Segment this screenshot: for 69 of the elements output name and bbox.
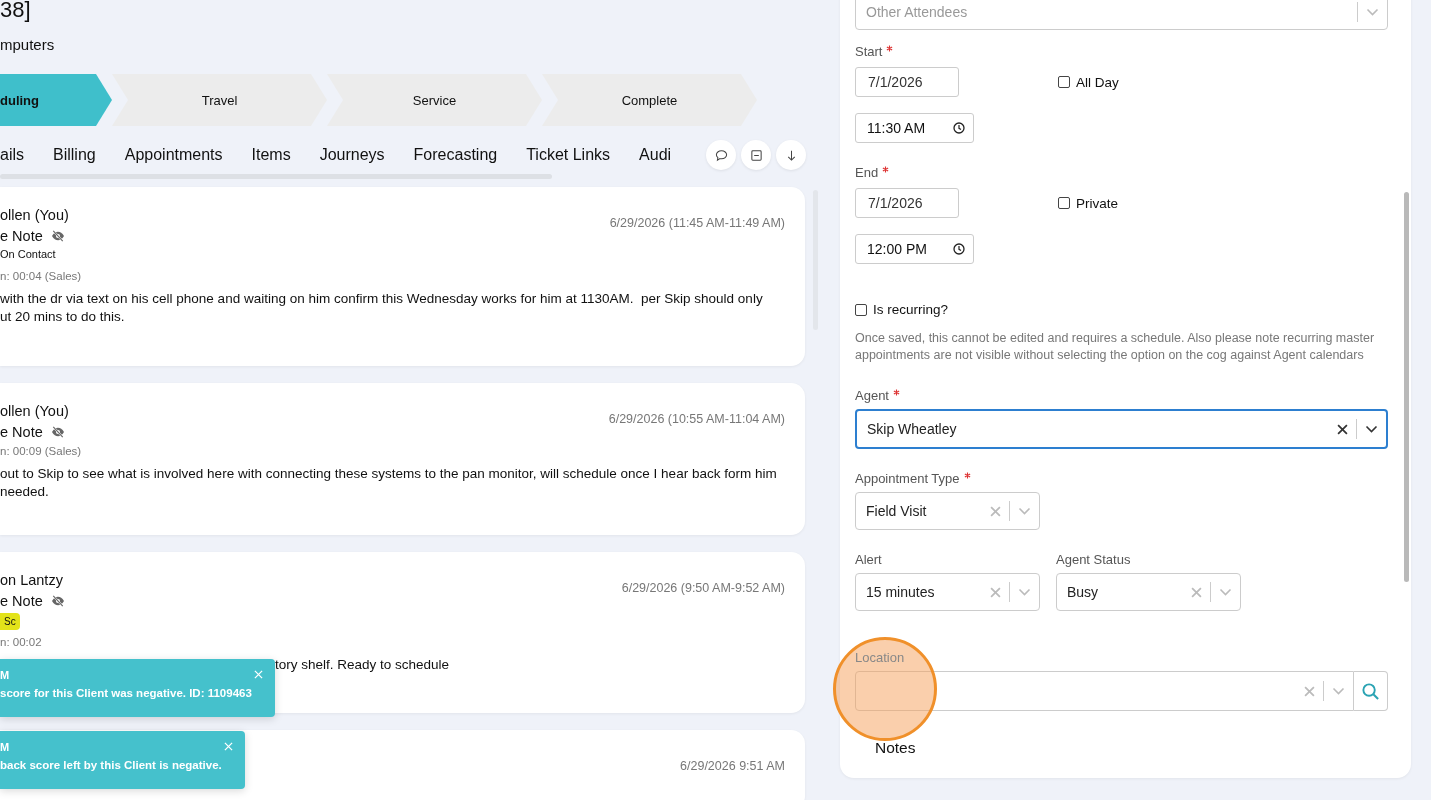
toast-message: score for this Client was negative. ID: 1109463 (0, 687, 252, 699)
stage-step[interactable]: Complete (542, 74, 757, 126)
time-field[interactable]: 12:00 PM (855, 234, 974, 264)
scrollbar-thumb[interactable] (1404, 192, 1409, 582)
field-label: Agent Status (1056, 552, 1131, 567)
tag: Sc (0, 613, 20, 630)
timestamp: 6/29/2026 (10:55 AM-11:04 AM) (608, 412, 785, 426)
time-field[interactable]: 11:30 AM (855, 113, 974, 143)
timestamp: 6/29/2026 9:51 AM (680, 759, 785, 773)
close-icon[interactable] (224, 742, 233, 751)
toast-title: M (0, 669, 10, 681)
duration-text: n: 00:09 (Sales) (0, 445, 82, 457)
stage-step[interactable]: duling (0, 74, 112, 126)
select-field[interactable]: Skip Wheatley (855, 409, 1388, 449)
toast-message: back score left by this Client is negative. (0, 759, 222, 771)
checkbox-label: Private (1076, 195, 1119, 211)
note-author: ollen (You) (0, 206, 69, 224)
minus-square-icon[interactable] (749, 148, 763, 162)
speech-bubble-icon[interactable] (714, 148, 728, 162)
toast-title: M (0, 741, 10, 753)
note-author: ollen (You) (0, 402, 69, 420)
tab[interactable]: Audi (639, 146, 672, 164)
tab[interactable]: Ticket Links (526, 146, 611, 164)
field-label: Appointment Type (855, 471, 960, 486)
field-label: Alert (855, 552, 882, 567)
collapse-button[interactable] (741, 140, 771, 170)
field-label: Location (855, 650, 905, 665)
page-title: 38] (0, 0, 32, 24)
note-type: e Note (0, 227, 43, 245)
checkbox-label: All Day (1076, 74, 1119, 90)
help-text: Once saved, this cannot be edited and requires a schedule. Also please note recurring master appointments are not visible without selecting the option on the cog against Agent calendars (855, 330, 1376, 364)
field-label: End (855, 165, 879, 180)
page-subtitle: mputers (0, 35, 56, 55)
duration-text: n: 00:02 (0, 636, 42, 648)
date-field[interactable]: 7/1/2026 (855, 188, 959, 218)
timestamp: 6/29/2026 (11:45 AM-11:49 AM) (609, 216, 785, 230)
tab[interactable]: Billing (53, 146, 96, 164)
note-type: e Note (0, 423, 43, 441)
duration-text: n: 00:04 (Sales) (0, 270, 82, 282)
search-icon[interactable] (1361, 681, 1380, 701)
clock-icon[interactable] (953, 122, 965, 134)
note-author: on Lantzy (0, 571, 63, 589)
comment-button[interactable] (706, 140, 736, 170)
checkbox[interactable] (1058, 76, 1070, 88)
checkbox[interactable] (1058, 197, 1070, 209)
clock-icon[interactable] (953, 243, 965, 255)
close-icon[interactable] (254, 670, 263, 679)
tab[interactable]: Appointments (124, 146, 223, 164)
contact-label: On Contact (0, 248, 56, 260)
note-text: tory shelf. Ready to schedule (275, 656, 451, 674)
clear-icon[interactable] (1337, 423, 1348, 435)
field-label: Agent (855, 388, 889, 403)
tab[interactable]: Forecasting (413, 146, 498, 164)
tab[interactable]: Items (251, 146, 291, 164)
timestamp: 6/29/2026 (9:50 AM-9:52 AM) (621, 581, 785, 595)
chevron-down-icon[interactable] (1365, 425, 1378, 433)
tab[interactable]: Journeys (319, 146, 385, 164)
checkbox-label: Is recurring? (873, 302, 949, 317)
stage-step[interactable]: Travel (112, 74, 327, 126)
note-text: out to Skip to see what is involved here with connecting these systems to the pan monitor, will schedule once I hear back form him needed. (0, 465, 778, 501)
stage-step[interactable]: Service (327, 74, 542, 126)
date-field[interactable]: 7/1/2026 (855, 67, 959, 97)
field-label: Start (855, 44, 883, 59)
note-type: e Note (0, 592, 43, 610)
tab[interactable]: ails (0, 146, 24, 164)
tab[interactable]: Notes (875, 739, 916, 765)
checkbox[interactable] (855, 303, 867, 316)
note-text: with the dr via text on his cell phone and waiting on him confirm this Wednesday works for him at 1130AM. per Skip should only ut 20 mins to do this. (0, 290, 764, 326)
search-button[interactable] (1354, 671, 1388, 711)
